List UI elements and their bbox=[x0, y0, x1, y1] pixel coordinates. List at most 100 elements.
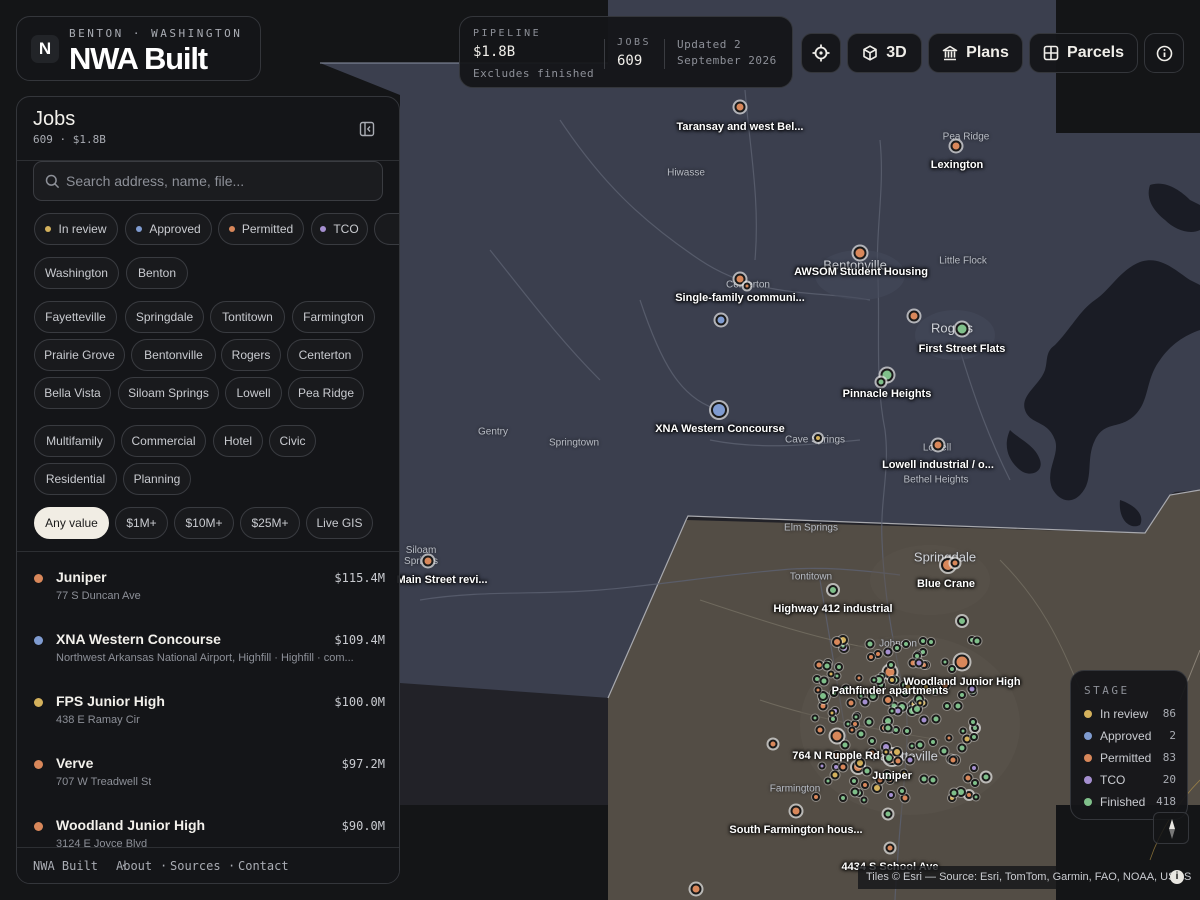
info-button[interactable] bbox=[1144, 33, 1184, 73]
filter-chip-centerton[interactable]: Centerton bbox=[287, 339, 363, 371]
filter-chip-1m[interactable]: $1M+ bbox=[115, 507, 168, 539]
map-marker[interactable] bbox=[886, 790, 895, 799]
filter-chip-commercial[interactable]: Commercial bbox=[121, 425, 206, 457]
plans-button[interactable]: Plans bbox=[928, 33, 1023, 73]
map-marker[interactable] bbox=[811, 714, 819, 722]
map-label-south-farmington[interactable]: South Farmington hous... bbox=[729, 824, 862, 836]
job-list-item[interactable]: FPS Junior High $100.0M 438 E Ramay Cir bbox=[17, 687, 399, 747]
map-label-highway-412[interactable]: Highway 412 industrial bbox=[773, 603, 892, 615]
map-marker[interactable] bbox=[814, 434, 822, 442]
map-marker[interactable] bbox=[957, 743, 967, 753]
map-marker[interactable] bbox=[830, 770, 840, 780]
map-marker[interactable] bbox=[947, 664, 956, 673]
filter-chip-10m[interactable]: $10M+ bbox=[174, 507, 234, 539]
filter-chip-fayetteville[interactable]: Fayetteville bbox=[34, 301, 117, 333]
filter-chip-approved[interactable]: Approved bbox=[125, 213, 212, 245]
map-label-blue-crane[interactable]: Blue Crane bbox=[917, 578, 975, 590]
map-marker[interactable] bbox=[888, 707, 896, 715]
map-marker[interactable] bbox=[850, 787, 860, 797]
map-marker[interactable] bbox=[931, 714, 941, 724]
map-marker[interactable] bbox=[822, 661, 832, 671]
search-field[interactable] bbox=[33, 161, 383, 201]
map-label-first-street-flats[interactable]: First Street Flats bbox=[919, 343, 1006, 355]
map-marker[interactable] bbox=[862, 766, 872, 776]
map-marker[interactable] bbox=[690, 883, 702, 895]
filter-chip-live-gis[interactable]: Live GIS bbox=[306, 507, 373, 539]
map-marker[interactable] bbox=[818, 762, 826, 770]
map-label-rupple[interactable]: 764 N Rupple Rd bbox=[792, 750, 879, 762]
map-marker[interactable] bbox=[945, 734, 953, 742]
map-marker[interactable] bbox=[950, 558, 960, 568]
map-marker[interactable] bbox=[819, 676, 829, 686]
map-marker[interactable] bbox=[743, 282, 751, 290]
filter-chip-tontitown[interactable]: Tontitown bbox=[210, 301, 285, 333]
footer-sources-link[interactable]: Sources bbox=[170, 859, 221, 873]
map-marker[interactable] bbox=[972, 793, 980, 801]
compass-button[interactable] bbox=[1153, 812, 1189, 844]
map-marker[interactable] bbox=[950, 140, 962, 152]
filter-chip-multifamily[interactable]: Multifamily bbox=[34, 425, 115, 457]
filter-chip-springdale[interactable]: Springdale bbox=[125, 301, 204, 333]
map-marker[interactable] bbox=[883, 809, 893, 819]
filter-chip-hotel[interactable]: Hotel bbox=[213, 425, 263, 457]
filter-chip-lowell[interactable]: Lowell bbox=[225, 377, 282, 409]
map-marker[interactable] bbox=[883, 647, 893, 657]
map-marker[interactable] bbox=[953, 701, 963, 711]
filter-chip-residential[interactable]: Residential bbox=[34, 463, 117, 495]
footer-contact-link[interactable]: Contact bbox=[238, 859, 289, 873]
collapse-sidebar-icon[interactable] bbox=[359, 121, 375, 137]
map-marker[interactable] bbox=[818, 691, 829, 702]
job-list-item[interactable]: Verve $97.2M 707 W Treadwell St bbox=[17, 749, 399, 809]
map-marker[interactable] bbox=[848, 726, 856, 734]
map-marker[interactable] bbox=[970, 763, 979, 772]
map-marker[interactable] bbox=[902, 639, 911, 648]
filter-chip-benton[interactable]: Benton bbox=[126, 257, 188, 289]
map-marker[interactable] bbox=[915, 740, 925, 750]
map-marker[interactable] bbox=[898, 786, 907, 795]
map-marker[interactable] bbox=[852, 713, 860, 721]
map-marker[interactable] bbox=[969, 733, 978, 742]
map-marker[interactable] bbox=[914, 658, 924, 668]
map-marker[interactable] bbox=[954, 654, 970, 670]
map-marker[interactable] bbox=[860, 697, 870, 707]
map-marker[interactable] bbox=[861, 781, 870, 790]
map-marker[interactable] bbox=[832, 637, 843, 648]
map-marker[interactable] bbox=[715, 314, 727, 326]
filter-chip-tco[interactable]: TCO bbox=[311, 213, 368, 245]
map-marker[interactable] bbox=[887, 661, 896, 670]
filter-chip-25m[interactable]: $25M+ bbox=[240, 507, 300, 539]
map-marker[interactable] bbox=[939, 746, 949, 756]
map-marker[interactable] bbox=[876, 377, 886, 387]
locate-button[interactable] bbox=[801, 33, 841, 73]
map-marker[interactable] bbox=[814, 686, 822, 694]
map-label-single-family[interactable]: Single-family communi... bbox=[675, 292, 805, 304]
map-marker[interactable] bbox=[919, 715, 929, 725]
map-marker[interactable] bbox=[838, 762, 848, 772]
map-marker[interactable] bbox=[887, 676, 896, 685]
filter-chip-in-review[interactable]: In review bbox=[34, 213, 118, 245]
job-list-item[interactable]: XNA Western Concourse $109.4M Northwest … bbox=[17, 625, 399, 685]
map-marker[interactable] bbox=[949, 788, 959, 798]
map-marker[interactable] bbox=[941, 658, 949, 666]
map-marker[interactable] bbox=[882, 748, 890, 756]
map-marker[interactable] bbox=[827, 670, 835, 678]
filter-chip-siloam-springs[interactable]: Siloam Springs bbox=[118, 377, 219, 409]
map-marker[interactable] bbox=[855, 674, 863, 682]
map-marker[interactable] bbox=[870, 676, 878, 684]
map-marker[interactable] bbox=[850, 777, 859, 786]
map-marker[interactable] bbox=[853, 246, 867, 260]
map-marker[interactable] bbox=[969, 718, 978, 727]
filter-chip-overflow[interactable] bbox=[374, 213, 399, 245]
map-marker[interactable] bbox=[948, 755, 958, 765]
footer-about-link[interactable]: About bbox=[116, 859, 152, 873]
map-marker[interactable] bbox=[864, 717, 874, 727]
map-marker[interactable] bbox=[970, 778, 979, 787]
filter-chip-bentonville[interactable]: Bentonville bbox=[131, 339, 216, 371]
map-marker[interactable] bbox=[943, 701, 952, 710]
map-label-xna[interactable]: XNA Western Concourse bbox=[655, 423, 785, 435]
filter-chip-civic[interactable]: Civic bbox=[269, 425, 316, 457]
map-marker[interactable] bbox=[905, 755, 915, 765]
map-marker[interactable] bbox=[981, 772, 991, 782]
map-marker[interactable] bbox=[928, 775, 938, 785]
map-label-lexington[interactable]: Lexington bbox=[931, 159, 984, 171]
